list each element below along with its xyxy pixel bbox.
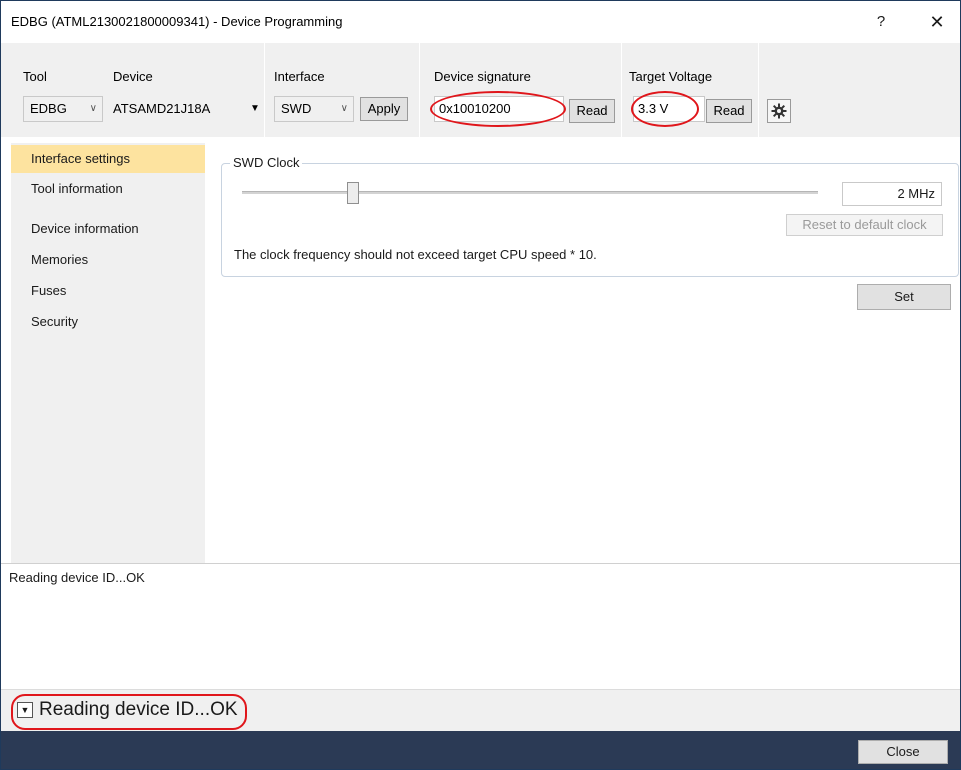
sidebar-item-memories[interactable]: Memories — [11, 246, 205, 274]
footer-bar: Close — [1, 731, 960, 769]
sidebar-item-interface-settings[interactable]: Interface settings — [11, 145, 205, 173]
device-select-value: ATSAMD21J18A — [113, 101, 211, 116]
device-programming-window: EDBG (ATML2130021800009341) - Device Pro… — [0, 0, 961, 770]
swd-clock-field[interactable]: 2 MHz — [842, 182, 942, 206]
toolbar-divider — [264, 43, 265, 137]
chevron-down-icon: ∨ — [340, 103, 348, 114]
swd-clock-group: SWD Clock 2 MHz Reset to default clock T… — [221, 155, 959, 277]
interface-select[interactable]: SWD ∨ — [274, 96, 354, 122]
target-voltage-field[interactable]: 3.3 V — [633, 96, 705, 122]
status-bar: ▼ Reading device ID...OK — [1, 689, 960, 731]
tool-select[interactable]: EDBG ∨ — [23, 96, 103, 122]
sidebar-item-device-information[interactable]: Device information — [11, 215, 205, 243]
target-voltage-label: Target Voltage — [629, 69, 713, 84]
expand-log-button[interactable]: ▼ — [17, 702, 33, 718]
clock-frequency-note: The clock frequency should not exceed ta… — [234, 247, 597, 262]
toolbar: Tool EDBG ∨ Device ATSAMD21J18A ▼ Interf… — [1, 43, 960, 137]
settings-button[interactable] — [767, 99, 791, 123]
interface-select-value: SWD — [281, 101, 312, 116]
device-signature-field[interactable]: 0x10010200 — [434, 96, 564, 122]
toolbar-divider — [419, 43, 420, 137]
tool-select-value: EDBG — [30, 101, 67, 116]
reset-default-clock-button[interactable]: Reset to default clock — [786, 214, 943, 236]
title-bar: EDBG (ATML2130021800009341) - Device Pro… — [1, 1, 960, 43]
device-select[interactable]: ATSAMD21J18A ▼ — [113, 96, 263, 122]
sidebar-item-security[interactable]: Security — [11, 308, 205, 336]
tool-label: Tool — [23, 69, 47, 84]
sidebar-item-fuses[interactable]: Fuses — [11, 277, 205, 305]
device-label: Device — [113, 69, 153, 84]
help-button[interactable]: ? — [871, 10, 891, 34]
gear-icon — [771, 103, 787, 119]
apply-button[interactable]: Apply — [360, 97, 408, 121]
close-button[interactable]: Close — [858, 740, 948, 764]
sidebar-item-tool-information[interactable]: Tool information — [11, 175, 205, 203]
dropdown-arrow-icon: ▼ — [250, 103, 260, 114]
set-button[interactable]: Set — [857, 284, 951, 310]
device-signature-label: Device signature — [434, 69, 531, 84]
window-title: EDBG (ATML2130021800009341) - Device Pro… — [11, 14, 343, 29]
toolbar-divider — [758, 43, 759, 137]
chevron-down-icon: ∨ — [89, 103, 97, 114]
interface-settings-panel: SWD Clock 2 MHz Reset to default clock T… — [205, 143, 960, 563]
sidebar: Interface settings Tool information Devi… — [11, 143, 205, 563]
swd-clock-slider-thumb[interactable] — [347, 182, 359, 204]
close-window-button[interactable]: ✕ — [923, 10, 951, 34]
swd-clock-slider-track[interactable] — [242, 191, 818, 194]
status-text: Reading device ID...OK — [39, 699, 238, 720]
read-voltage-button[interactable]: Read — [706, 99, 752, 123]
log-output[interactable]: Reading device ID...OK — [1, 563, 960, 689]
log-line: Reading device ID...OK — [9, 570, 145, 585]
interface-label: Interface — [274, 69, 325, 84]
read-signature-button[interactable]: Read — [569, 99, 615, 123]
toolbar-divider — [621, 43, 622, 137]
swd-clock-legend: SWD Clock — [230, 155, 303, 170]
